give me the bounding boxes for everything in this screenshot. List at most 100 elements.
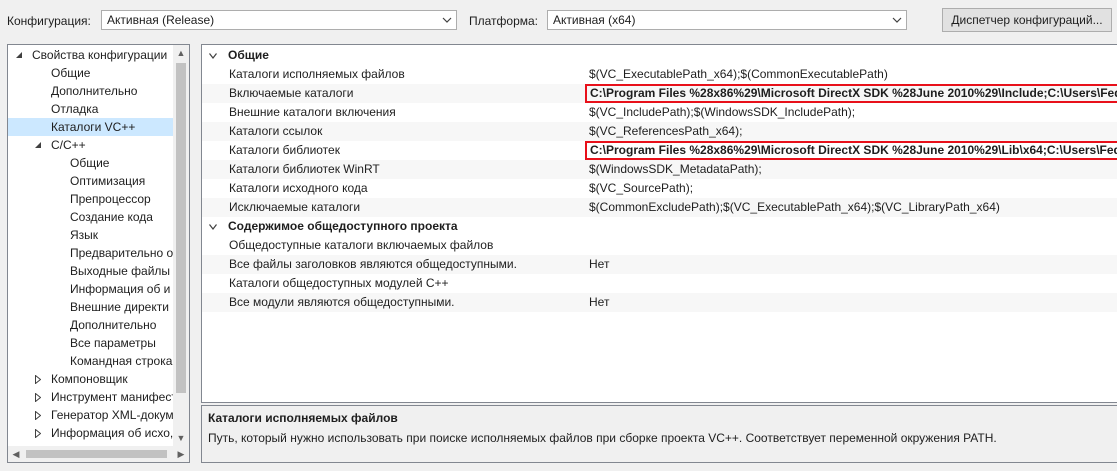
property-row[interactable]: Каталоги библиотек WinRT $(WindowsSDK_Met… [202, 160, 1117, 179]
tree-item[interactable]: Внешние директи [8, 298, 175, 316]
property-value[interactable]: $(VC_ExecutablePath_x64);$(CommonExecuta… [589, 65, 888, 84]
property-name: Каталоги общедоступных модулей C++ [229, 276, 449, 290]
property-value[interactable]: $(CommonExcludePath);$(VC_ExecutablePath… [589, 198, 1000, 217]
tree-item[interactable]: Создание кода [8, 208, 175, 226]
chevron-down-icon [438, 11, 456, 29]
tree-item[interactable]: Дополнительно [8, 316, 175, 334]
property-row[interactable]: Общедоступные каталоги включаемых файлов [202, 236, 1117, 255]
tree-item[interactable]: Общие [8, 154, 175, 172]
tree-vertical-scrollbar[interactable]: ▲ ▼ [173, 45, 189, 446]
property-name: Внешние каталоги включения [229, 105, 396, 119]
tree-item-label: Отладка [51, 102, 99, 116]
property-row[interactable]: Включаемые каталоги C:\Program Files %28x… [202, 84, 1117, 103]
property-name: Каталоги библиотек [229, 143, 340, 157]
tree-item[interactable]: Дополнительно [8, 82, 175, 100]
tree-item-label: Дополнительно [70, 318, 157, 332]
configuration-manager-button[interactable]: Диспетчер конфигураций... [942, 8, 1112, 32]
tree-item[interactable]: Оптимизация [8, 172, 175, 190]
tree-item-label: Информация об исхо, [51, 426, 174, 440]
tree-item[interactable]: Выходные файлы [8, 262, 175, 280]
tree-item-label: Информация об и [70, 282, 171, 296]
property-row[interactable]: Все модули являются общедоступными. Нет [202, 293, 1117, 312]
platform-label: Платформа: [469, 14, 539, 28]
tree-item[interactable]: Свойства конфигурации [8, 46, 175, 64]
tree-item-label: Командная строка [70, 354, 173, 368]
property-row[interactable]: Исключаемые каталоги $(CommonExcludePath)… [202, 198, 1117, 217]
platform-value: Активная (x64) [553, 13, 636, 27]
tree-item[interactable]: Каталоги VC++ [8, 118, 175, 136]
tree-item-label: Предварительно о [70, 246, 174, 260]
tree-item-label: Язык [70, 228, 99, 242]
expanded-triangle-icon[interactable] [208, 217, 218, 236]
grid-section-header[interactable]: Общие [202, 46, 1117, 65]
platform-dropdown[interactable]: Активная (x64) [547, 10, 907, 30]
tree-item-label: Все параметры [70, 336, 156, 350]
property-value[interactable]: Нет [589, 255, 609, 274]
property-value[interactable]: $(VC_IncludePath);$(WindowsSDK_IncludePa… [589, 103, 855, 122]
tree-item[interactable]: Командная строка [8, 352, 175, 370]
tree-item[interactable]: Препроцессор [8, 190, 175, 208]
tree-item-label: Общие [70, 156, 110, 170]
scroll-arrow-icon[interactable]: ▼ [173, 430, 189, 446]
tree-item-label: Генератор XML-докум [51, 408, 174, 422]
tree-item-label: Дополнительно [51, 84, 138, 98]
highlighted-property-value[interactable]: C:\Program Files %28x86%29\Microsoft Dir… [585, 141, 1117, 160]
property-value[interactable]: $(WindowsSDK_MetadataPath); [589, 160, 762, 179]
property-row[interactable]: Каталоги исходного кода $(VC_SourcePath); [202, 179, 1117, 198]
tree-item-label: Внешние директи [70, 300, 169, 314]
property-grid[interactable]: Общие Каталоги исполняемых файлов $(VC_Exe… [201, 44, 1117, 403]
property-row[interactable]: Внешние каталоги включения $(VC_IncludePa… [202, 103, 1117, 122]
tree-item-label: Компоновщик [51, 372, 128, 386]
property-value[interactable]: $(VC_SourcePath); [589, 179, 693, 198]
collapsed-triangle-icon[interactable] [33, 388, 43, 406]
tree-item[interactable]: Информация об и [8, 280, 175, 298]
tree-item[interactable]: Инструмент манифест [8, 388, 175, 406]
scrollbar-thumb[interactable] [26, 450, 167, 458]
tree-item[interactable]: Язык [8, 226, 175, 244]
description-title: Каталоги исполняемых файлов [208, 411, 398, 425]
property-row[interactable]: Каталоги общедоступных модулей C++ [202, 274, 1117, 293]
configuration-dropdown[interactable]: Активная (Release) [101, 10, 457, 30]
property-row[interactable]: Каталоги ссылок $(VC_ReferencesPath_x64); [202, 122, 1117, 141]
expanded-triangle-icon[interactable] [208, 46, 218, 65]
tree-item-label: Общие [51, 66, 91, 80]
tree-item-label: Свойства конфигурации [32, 48, 168, 62]
expanded-triangle-icon[interactable] [14, 46, 24, 64]
tree-item-label: Оптимизация [70, 174, 146, 188]
tree-item[interactable]: Общие [8, 64, 175, 82]
tree-horizontal-scrollbar[interactable]: ◀ ▶ [8, 446, 189, 462]
property-name: Включаемые каталоги [229, 86, 354, 100]
scrollbar-thumb[interactable] [176, 63, 186, 393]
collapsed-triangle-icon[interactable] [33, 406, 43, 424]
tree-item[interactable]: Информация об исхо, [8, 424, 175, 442]
highlighted-property-value[interactable]: C:\Program Files %28x86%29\Microsoft Dir… [585, 84, 1117, 103]
grid-section-header[interactable]: Содержимое общедоступного проекта [202, 217, 1117, 236]
property-name: Все модули являются общедоступными. [229, 295, 455, 309]
tree-item[interactable]: Отладка [8, 100, 175, 118]
property-row[interactable]: Каталоги библиотек C:\Program Files %28x8… [202, 141, 1117, 160]
tree-item-label: Каталоги VC++ [51, 120, 136, 134]
tree-item[interactable]: Предварительно о [8, 244, 175, 262]
collapsed-triangle-icon[interactable] [33, 424, 43, 442]
tree-item-label: C/C++ [51, 138, 86, 152]
scroll-arrow-icon[interactable]: ▲ [173, 45, 189, 61]
scroll-arrow-icon[interactable]: ◀ [8, 446, 24, 462]
description-text: Путь, который нужно использовать при пои… [208, 431, 997, 445]
property-name: Исключаемые каталоги [229, 200, 361, 214]
tree-item[interactable]: Генератор XML-докум [8, 406, 175, 424]
expanded-triangle-icon[interactable] [33, 136, 43, 154]
property-row[interactable]: Все файлы заголовков являются общедоступ… [202, 255, 1117, 274]
property-name: Каталоги исполняемых файлов [229, 67, 405, 81]
property-value[interactable]: Нет [589, 293, 609, 312]
property-name: Все файлы заголовков являются общедоступ… [229, 257, 517, 271]
tree-item[interactable]: Все параметры [8, 334, 175, 352]
property-value[interactable]: $(VC_ReferencesPath_x64); [589, 122, 742, 141]
chevron-down-icon [888, 11, 906, 29]
property-name: Общедоступные каталоги включаемых файлов [229, 238, 494, 252]
collapsed-triangle-icon[interactable] [33, 370, 43, 388]
property-row[interactable]: Каталоги исполняемых файлов $(VC_Executab… [202, 65, 1117, 84]
tree-item[interactable]: Компоновщик [8, 370, 175, 388]
tree-item[interactable]: C/C++ [8, 136, 175, 154]
property-tree[interactable]: Свойства конфигурации Общие Дополнительно О… [7, 44, 190, 463]
scroll-arrow-icon[interactable]: ▶ [173, 446, 189, 462]
